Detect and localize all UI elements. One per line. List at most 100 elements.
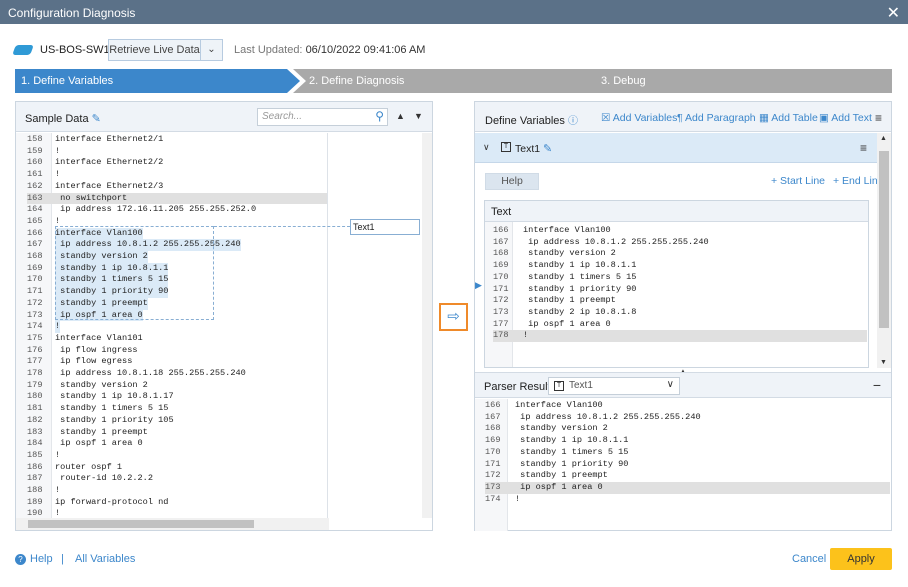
variable-name: Text1 ✎ [515, 142, 552, 155]
arrow-down-icon[interactable]: ▼ [414, 111, 423, 121]
code-line[interactable]: 168 standby version 2 [27, 251, 327, 263]
step-define-variables[interactable]: 1. Define Variables [15, 69, 300, 93]
code-line[interactable]: 161! [27, 169, 327, 181]
code-line[interactable]: 174! [27, 321, 327, 333]
code-line[interactable]: 168 standby version 2 [493, 248, 867, 260]
apply-button[interactable]: Apply [830, 548, 892, 570]
code-line[interactable]: 180 standby 1 ip 10.8.1.17 [27, 391, 327, 403]
vertical-scrollbar[interactable] [422, 133, 432, 518]
code-line[interactable]: 173 ip ospf 1 area 0 [27, 309, 327, 322]
scroll-down-icon[interactable]: ▼ [880, 359, 887, 366]
code-line[interactable]: 171 standby 1 priority 90 [27, 286, 327, 298]
code-line[interactable]: 169 standby 1 ip 10.8.1.1 [27, 262, 327, 275]
help-button[interactable]: Help [485, 173, 539, 190]
code-line[interactable]: 184 ip ospf 1 area 0 [27, 438, 327, 450]
code-line[interactable]: 170 standby 1 timers 5 15 [27, 274, 327, 287]
code-line[interactable]: 170 standby 1 timers 5 15 [485, 447, 890, 459]
menu-icon[interactable]: ≡ [875, 111, 882, 125]
code-line[interactable]: 169 standby 1 ip 10.8.1.1 [485, 435, 890, 447]
step-define-diagnosis[interactable]: 2. Define Diagnosis [293, 69, 603, 93]
sample-code[interactable]: 158 interface Ethernet2/1 159! 160 interface… [27, 134, 327, 530]
start-line-link[interactable]: + Start Line [771, 175, 825, 187]
add-paragraph-button[interactable]: ¶ Add Paragraph [677, 112, 756, 124]
code-line[interactable]: 177 ip flow egress [27, 356, 327, 368]
cancel-button[interactable]: Cancel [792, 553, 826, 565]
code-line[interactable]: 168 standby version 2 [485, 423, 890, 435]
code-line[interactable]: 159! [27, 146, 327, 158]
code-line[interactable]: 186 router ospf 1 [27, 462, 327, 474]
parser-result-code[interactable]: 166 interface Vlan100 167 ip address 10.8.… [485, 400, 890, 530]
retrieve-live-data-button[interactable]: Retrieve Live Data [108, 39, 201, 61]
arrow-up-icon[interactable]: ▲ [396, 111, 405, 121]
code-line[interactable]: 172 standby 1 preempt [485, 470, 890, 482]
code-line[interactable]: 174! [485, 494, 890, 506]
code-line[interactable]: 188! [27, 485, 327, 497]
sample-data-header: Sample Data ✎ Search... ⚲ ▲ ▼ [16, 102, 432, 132]
code-line[interactable]: 176 ip flow ingress [27, 345, 327, 357]
code-line[interactable]: 166 interface Vlan100 [485, 400, 890, 412]
code-line[interactable]: 160 interface Ethernet2/2 [27, 157, 327, 169]
right-scroll-thumb[interactable] [879, 151, 889, 328]
code-line[interactable]: 170 standby 1 timers 5 15 [493, 272, 867, 284]
scroll-up-icon[interactable]: ▲ [880, 135, 887, 142]
chevron-down-icon[interactable]: ∨ [483, 142, 490, 153]
last-updated: Last Updated: 06/10/2022 09:41:06 AM [234, 44, 425, 56]
line-number: 179 [27, 379, 43, 390]
code-line[interactable]: 185! [27, 450, 327, 462]
collapse-icon[interactable]: − [873, 377, 881, 393]
code-line[interactable]: 183 standby 1 preempt [27, 427, 327, 439]
code-line[interactable]: 169 standby 1 ip 10.8.1.1 [493, 260, 867, 272]
add-table-button[interactable]: ▦ Add Table [759, 112, 818, 124]
right-scrollbar[interactable]: ▲ ▼ [877, 133, 891, 368]
code-line[interactable]: 177 ip ospf 1 area 0 [493, 319, 867, 331]
all-variables-link[interactable]: All Variables [75, 553, 135, 565]
code-line[interactable]: 187 router-id 10.2.2.2 [27, 473, 327, 485]
code-line[interactable]: 171 standby 1 priority 90 [485, 459, 890, 471]
help-link[interactable]: ? Help [15, 553, 53, 565]
code-line[interactable]: 173 standby 2 ip 10.8.1.8 [493, 307, 867, 319]
transfer-arrow-button[interactable]: ⇨ [439, 303, 468, 331]
code-line[interactable]: 166 interface Vlan100 [27, 227, 327, 240]
end-line-link[interactable]: + End Line [833, 175, 884, 187]
search-icon[interactable]: ⚲ [375, 109, 384, 123]
code-line[interactable]: 173 ip ospf 1 area 0 [485, 481, 890, 494]
line-number: 173 [485, 481, 501, 492]
variable-row[interactable]: ∨ T Text1 ✎ ≡ [475, 133, 877, 163]
text-type-icon: T [554, 381, 564, 391]
pencil-icon[interactable]: ✎ [92, 113, 101, 125]
code-line[interactable]: 175 interface Vlan101 [27, 333, 327, 345]
code-line[interactable]: 167 ip address 10.8.1.2 255.255.255.240 [27, 239, 327, 251]
info-icon[interactable]: ⓘ [568, 116, 578, 127]
code-line[interactable]: 167 ip address 10.8.1.2 255.255.255.240 [485, 412, 890, 424]
add-variables-button[interactable]: ☒ Add Variables [601, 112, 677, 124]
scroll-thumb[interactable] [28, 520, 254, 528]
close-icon[interactable]: ✕ [887, 3, 900, 23]
variable-tag[interactable]: Text1 [350, 219, 420, 235]
pencil-icon[interactable]: ✎ [543, 143, 552, 155]
search-input[interactable]: Search... ⚲ [257, 108, 388, 126]
code-line[interactable]: 178! [493, 330, 867, 342]
code-line[interactable]: 158 interface Ethernet2/1 [27, 134, 327, 146]
text-box-code[interactable]: 166 interface Vlan100 167 ip address 10.8.… [493, 225, 867, 365]
retrieve-dropdown-button[interactable]: ⌄ [201, 39, 223, 61]
code-line[interactable]: 164 ip address 172.16.11.205 255.255.252… [27, 204, 327, 216]
code-line[interactable]: 178 ip address 10.8.1.18 255.255.255.240 [27, 368, 327, 380]
code-line[interactable]: 167 ip address 10.8.1.2 255.255.255.240 [493, 237, 867, 249]
line-number: 170 [485, 446, 501, 457]
code-line[interactable]: 189 ip forward-protocol nd [27, 497, 327, 509]
code-line[interactable]: 171 standby 1 priority 90 [493, 284, 867, 296]
code-line[interactable]: 172 standby 1 preempt [27, 297, 327, 310]
parser-result-select[interactable]: T Text1 ∨ [548, 377, 680, 395]
code-line[interactable]: 172 standby 1 preempt [493, 295, 867, 307]
code-line[interactable]: 163 no switchport [27, 192, 327, 205]
code-line[interactable]: 166 interface Vlan100 [493, 225, 867, 237]
code-line[interactable]: 179 standby version 2 [27, 380, 327, 392]
code-line[interactable]: 182 standby 1 priority 105 [27, 415, 327, 427]
code-line[interactable]: 181 standby 1 timers 5 15 [27, 403, 327, 415]
step-debug[interactable]: 3. Debug [585, 69, 892, 93]
variable-menu-icon[interactable]: ≡ [860, 141, 867, 155]
code-line[interactable]: 162 interface Ethernet2/3 [27, 181, 327, 193]
add-text-button[interactable]: ▣ Add Text [819, 112, 872, 124]
horizontal-scrollbar[interactable] [16, 518, 329, 530]
sample-data-panel: Sample Data ✎ Search... ⚲ ▲ ▼ 158 interfa… [15, 101, 433, 531]
